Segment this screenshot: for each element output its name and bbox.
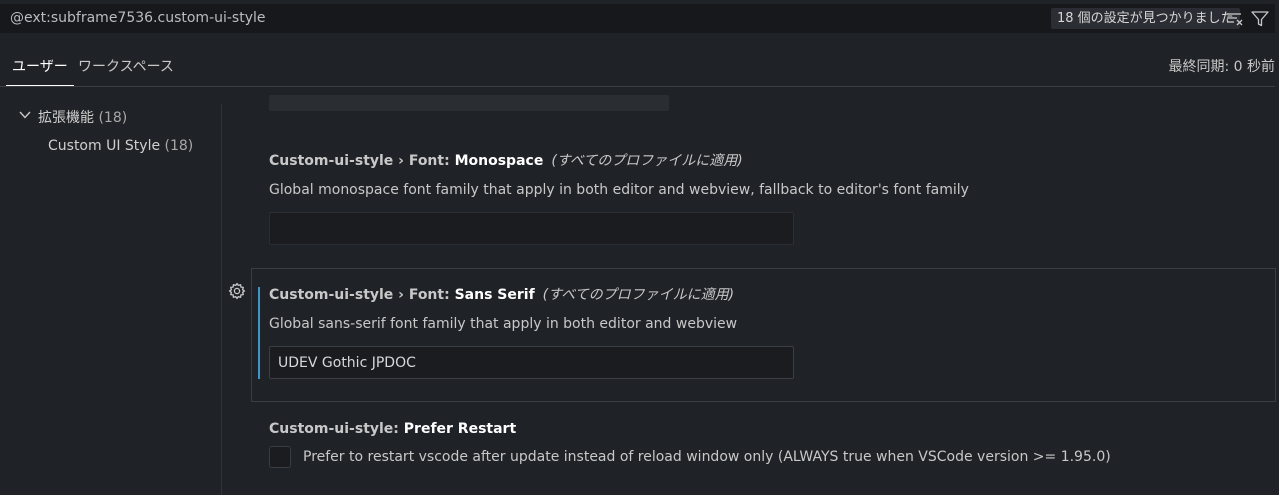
gear-icon[interactable] [228,282,246,300]
scope-tabs: ユーザー ワークスペース 最終同期: 0 秒前 [0,48,1279,86]
setting-key: Monospace [454,153,544,169]
clear-filter-icon[interactable] [1225,9,1245,29]
settings-editor: 18 個の設定が見つかりました ユーザー ワークスペース 最終同期: 0 秒前 [0,0,1279,495]
focus-indicator [258,287,260,379]
setting-key: Sans Serif [454,287,535,303]
setting-key: Prefer Restart [403,421,517,437]
prefer-restart-row: Prefer to restart vscode after update in… [269,446,1259,468]
setting-category: Custom-ui-style: [269,421,404,437]
toc-group-label: 拡張機能 [38,110,94,126]
toc-item-count: (18) [164,138,194,154]
filter-icon[interactable] [1250,9,1270,29]
setting-description: Global monospace font family that apply … [269,182,969,198]
toc-item-label: Custom UI Style [48,138,161,154]
setting-scope: (すべてのプロファイルに適用) [551,153,743,169]
prefer-restart-checkbox[interactable] [269,446,291,468]
setting-font-sans-serif: Custom-ui-style › Font: Sans Serif (すべてのプ… [269,284,1259,379]
chevron-down-icon[interactable] [18,108,32,122]
setting-title: Custom-ui-style: Prefer Restart [269,418,1259,440]
previous-setting-input[interactable] [269,95,669,111]
settings-list: Custom-ui-style › Font: Monospace (すべてのプロ… [222,87,1279,495]
tab-workspace[interactable]: ワークスペース [72,48,180,86]
setting-description: Prefer to restart vscode after update in… [303,449,1111,465]
setting-category: Custom-ui-style › Font: [269,287,455,303]
setting-category: Custom-ui-style › Font: [269,153,455,169]
setting-prefer-restart: Custom-ui-style: Prefer Restart Prefer t… [269,418,1259,468]
toc-group-count: (18) [98,110,128,126]
settings-search-input[interactable] [0,4,1040,33]
setting-scope: (すべてのプロファイルに適用) [542,287,735,303]
setting-font-monospace: Custom-ui-style › Font: Monospace (すべてのプロ… [269,150,1259,245]
sans-serif-font-input[interactable] [269,346,794,379]
toc-item-custom-ui-style[interactable]: Custom UI Style (18) [48,133,193,159]
settings-search-bar: 18 個の設定が見つかりました [0,4,1275,33]
result-count-badge: 18 個の設定が見つかりました [1051,8,1240,29]
toc-group-extensions[interactable]: 拡張機能 (18) [38,105,127,131]
last-sync-status: 最終同期: 0 秒前 [1168,59,1275,75]
setting-title: Custom-ui-style › Font: Sans Serif (すべてのプ… [269,284,1259,306]
setting-title: Custom-ui-style › Font: Monospace (すべてのプロ… [269,150,1259,172]
setting-description: Global sans-serif font family that apply… [269,316,738,332]
tab-user[interactable]: ユーザー [6,48,74,86]
monospace-font-input[interactable] [269,212,794,245]
